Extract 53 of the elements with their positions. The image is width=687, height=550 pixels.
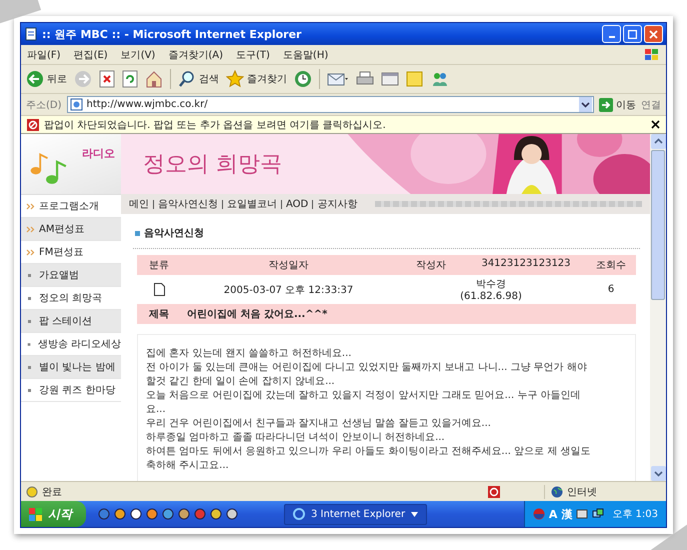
author-name: 박수경: [476, 278, 506, 291]
sidebar-item[interactable]: 팝 스테이션: [21, 310, 121, 333]
body-text-line: 우리 건우 어린이집에서 친구들과 잘지내고 선생님 말씀 잘듣고 있을거예요...: [146, 417, 492, 431]
nav-link[interactable]: 공지사항: [317, 197, 358, 211]
nav-link[interactable]: 메인: [129, 197, 149, 211]
links-label[interactable]: 연결: [641, 98, 661, 112]
menu-item[interactable]: 편집(E): [74, 48, 108, 62]
logo-text: 라디오: [82, 146, 115, 161]
search-button[interactable]: 검색: [178, 70, 219, 88]
info-bar-message: 팝업이 차단되었습니다. 팝업 또는 추가 옵션을 보려면 여기를 클릭하십시오.: [44, 118, 386, 132]
body-text-line: 축하해 주시고요...: [146, 459, 230, 473]
clock: 오후 1:03: [612, 508, 658, 521]
body-text-line: 전 아이가 둘 있는데 큰애는 어린이집에 다니고 있었지만 둘째까지 보내고 나니... 그냥 무언가 해야: [146, 361, 588, 375]
banner-title: 정오의 희망곡: [143, 151, 282, 179]
menu-item[interactable]: 즐겨찾기(A): [168, 48, 223, 62]
author-ip: (61.82.6.98): [460, 291, 522, 302]
address-label: 주소(D): [26, 98, 62, 112]
subject-text: 어린이집에 처음 갔어요...^^*: [181, 304, 636, 324]
body-text-line: 요...: [146, 403, 167, 417]
ime-mode-text[interactable]: A: [548, 508, 558, 520]
ime-mode-text[interactable]: 漢: [561, 506, 572, 522]
section-title: 음악사연신청: [144, 227, 204, 240]
sidebar-item[interactable]: 가요앨범: [21, 264, 121, 287]
nav-link[interactable]: AOD: [286, 198, 308, 210]
back-button[interactable]: 뒤로: [26, 70, 67, 88]
nav-link[interactable]: 요일별코너: [227, 197, 277, 211]
zone-text: 인터넷: [567, 486, 597, 498]
status-text: 완료: [42, 486, 62, 498]
window-title: :: 원주 MBC :: - Microsoft Internet Explorer: [42, 26, 302, 42]
column-header: 조회수: [586, 255, 636, 275]
body-text-line: 오늘 처음으로 어린이집에 갔는데 잘하고 있을지 걱정이 앞서지만 그래도 믿어요... 누구 아들인데: [146, 389, 582, 403]
sidebar-item[interactable]: 별이 빛나는 밤에: [21, 356, 121, 379]
taskbar-button[interactable]: 3 Internet Explorer: [284, 504, 428, 524]
column-header: 작성일자: [181, 255, 396, 275]
menu-item[interactable]: 도움말(H): [282, 48, 328, 62]
nav-link[interactable]: 음악사연신청: [158, 197, 218, 211]
body-text-line: 집에 혼자 있는데 왠지 쓸쓸하고 허전하네요...: [146, 347, 352, 361]
column-header: 작성자: [396, 255, 466, 275]
body-text-line: 하루종일 엄마하고 졸졸 따라다니던 녀석이 안보이니 허전하네요...: [146, 431, 446, 445]
body-text-line: 하여튼 엄마도 뒤에서 응원하고 있으니까 우리 아들도 화이팅이라고 전해주세요... 앞으로 제 생일도: [146, 445, 592, 459]
info-bar[interactable]: 팝업이 차단되었습니다. 팝업 또는 추가 옵션을 보려면 여기를 클릭하십시오.: [21, 116, 666, 134]
column-header: 분류: [137, 255, 181, 275]
favorites-button[interactable]: 즐겨찾기: [226, 70, 287, 88]
address-field[interactable]: http://www.wjmbc.co.kr/: [66, 96, 594, 113]
go-button[interactable]: 이동: [599, 98, 636, 112]
menu-item[interactable]: 파일(F): [27, 48, 61, 62]
subject-label: 제목: [137, 304, 181, 324]
sidebar-item[interactable]: AM편성표: [21, 218, 121, 241]
body-text-line: 할것 같긴 한데 일이 손에 잡히지 않네요...: [146, 375, 336, 389]
menu-item[interactable]: 보기(V): [120, 48, 156, 62]
column-header: 34123123123123: [466, 255, 586, 275]
menu-item[interactable]: 도구(T): [236, 48, 270, 62]
sidebar-item[interactable]: 강원 퀴즈 한마당: [21, 379, 121, 402]
